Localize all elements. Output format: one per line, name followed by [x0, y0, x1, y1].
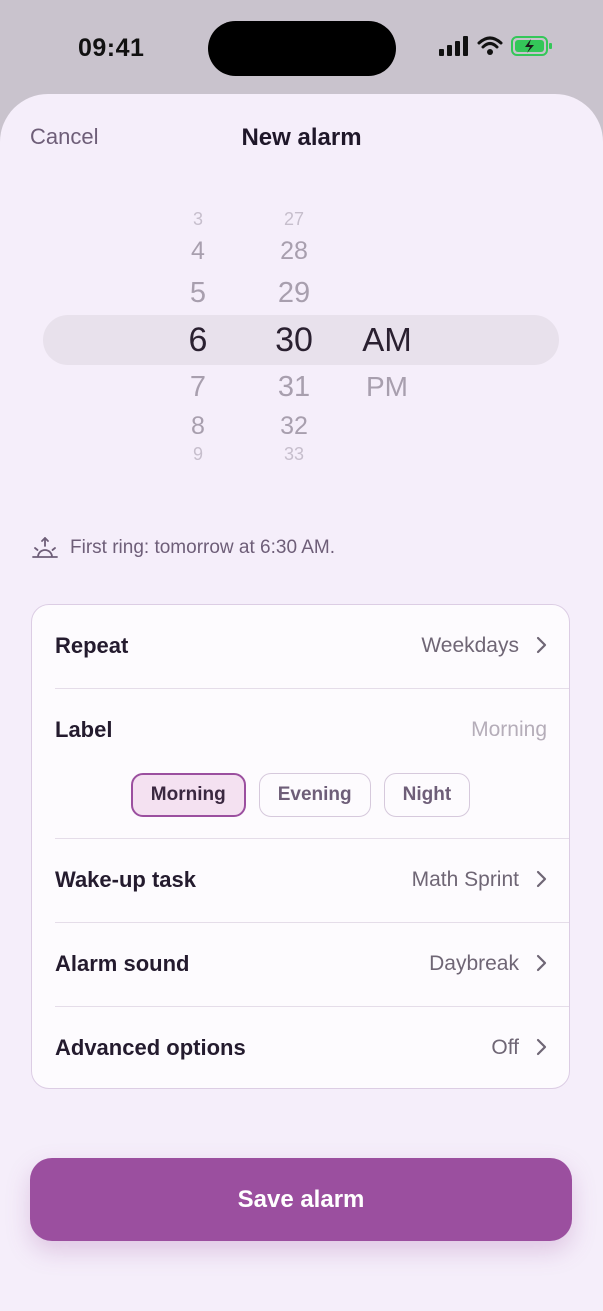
repeat-row[interactable]: Repeat Weekdays: [32, 605, 569, 689]
chip-evening[interactable]: Evening: [258, 773, 371, 817]
first-ring-info: First ring: tomorrow at 6:30 AM.: [32, 536, 335, 560]
save-alarm-label: Save alarm: [237, 1185, 365, 1213]
minute-option[interactable]: 27: [254, 207, 334, 231]
wifi-icon: [477, 36, 503, 55]
period-wheel[interactable]: AM PM: [345, 204, 429, 474]
alarm-sound-value: Daybreak: [429, 952, 519, 975]
minute-option[interactable]: 32: [254, 410, 334, 442]
repeat-value: Weekdays: [421, 634, 519, 657]
save-alarm-button[interactable]: Save alarm: [30, 1158, 572, 1241]
period-option[interactable]: PM: [345, 369, 429, 405]
hour-option[interactable]: 3: [163, 207, 233, 231]
hour-option[interactable]: 4: [163, 235, 233, 267]
page-title: New alarm: [241, 124, 362, 151]
advanced-options-value: Off: [491, 1036, 519, 1059]
chip-morning[interactable]: Morning: [130, 773, 246, 817]
status-bar: 09:41: [0, 0, 603, 95]
hour-wheel[interactable]: 3 4 5 6 7 8 9: [163, 204, 233, 474]
wake-task-value: Math Sprint: [411, 868, 519, 891]
minute-option[interactable]: 29: [254, 275, 334, 311]
hour-option[interactable]: 8: [163, 410, 233, 442]
chevron-right-icon: [536, 954, 547, 972]
alarm-sound-label: Alarm sound: [55, 951, 190, 976]
chip-night[interactable]: Night: [383, 773, 471, 817]
minute-option[interactable]: 28: [254, 235, 334, 267]
new-alarm-sheet: Cancel New alarm 3 4 5 6 7 8 9 27 28 29 …: [0, 94, 603, 1311]
hour-option[interactable]: 7: [163, 369, 233, 405]
label-label: Label: [55, 717, 113, 742]
label-chips: Morning Evening Night: [32, 773, 569, 817]
dynamic-island: [208, 21, 396, 76]
alarm-sound-row[interactable]: Alarm sound Daybreak: [32, 923, 569, 1007]
hour-option[interactable]: 9: [163, 442, 233, 466]
wake-task-row[interactable]: Wake-up task Math Sprint: [32, 839, 569, 923]
selected-minute[interactable]: 30: [254, 318, 334, 362]
minute-option[interactable]: 33: [254, 442, 334, 466]
alarm-settings-card: Repeat Weekdays Label Morning Morning Ev…: [31, 604, 570, 1089]
minute-option[interactable]: 31: [254, 369, 334, 405]
repeat-label: Repeat: [55, 633, 129, 658]
time-picker[interactable]: 3 4 5 6 7 8 9 27 28 29 30 31 32 33 AM PM: [0, 204, 603, 474]
selected-hour[interactable]: 6: [163, 318, 233, 362]
chevron-right-icon: [536, 636, 547, 654]
sunrise-icon: [32, 537, 58, 558]
wake-task-label: Wake-up task: [55, 867, 197, 892]
first-ring-text: First ring: tomorrow at 6:30 AM.: [70, 537, 336, 558]
status-icons: [439, 36, 553, 56]
hour-option[interactable]: 5: [163, 275, 233, 311]
advanced-options-label: Advanced options: [55, 1035, 246, 1060]
chevron-right-icon: [536, 870, 547, 888]
advanced-options-row[interactable]: Advanced options Off: [32, 1007, 569, 1091]
selected-period[interactable]: AM: [345, 318, 429, 362]
status-time: 09:41: [78, 34, 145, 62]
chevron-right-icon: [536, 1038, 547, 1056]
battery-charging-icon: [511, 36, 552, 56]
minute-wheel[interactable]: 27 28 29 30 31 32 33: [254, 204, 334, 474]
cellular-signal-icon: [439, 36, 468, 56]
label-input[interactable]: Morning: [471, 718, 547, 742]
